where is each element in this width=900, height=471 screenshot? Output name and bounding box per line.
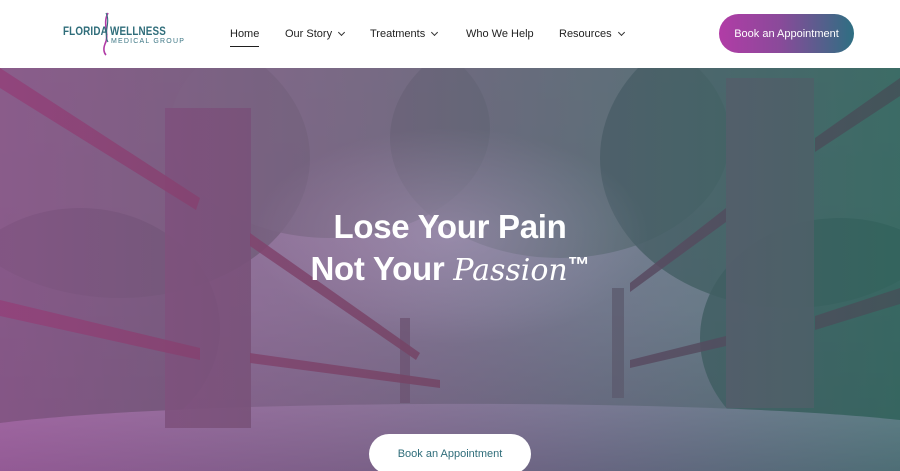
nav-item-label: Treatments (370, 28, 426, 40)
hero-headline-script-word: Passion (453, 253, 568, 288)
nav-item-treatments[interactable]: Treatments (370, 26, 439, 42)
nav-item-label: Who We Help (466, 28, 534, 40)
nav-item-resources[interactable]: Resources (559, 26, 625, 42)
hero-trademark-mark: ™ (567, 252, 590, 277)
nav-item-who-we-help[interactable]: Who We Help (466, 26, 534, 42)
logo-word-florida: FLORIDA (63, 24, 108, 38)
hero-headline: Lose Your Pain Not Your Passion™ (0, 208, 900, 290)
nav-item-our-story[interactable]: Our Story (285, 26, 346, 42)
nav-item-label: Resources (559, 28, 612, 40)
hero-section: Lose Your Pain Not Your Passion™ Book an… (0, 68, 900, 471)
hero-headline-line1: Lose Your Pain (333, 208, 567, 245)
site-logo[interactable]: FLORIDA WELLNESS MEDICAL GROUP (63, 12, 184, 56)
chevron-down-icon (338, 28, 346, 37)
nav-item-label: Our Story (285, 28, 333, 40)
header-book-appointment-button[interactable]: Book an Appointment (719, 14, 854, 53)
site-header: FLORIDA WELLNESS MEDICAL GROUP Home Our … (0, 0, 900, 68)
nav-item-label: Home (230, 28, 260, 40)
hero-book-appointment-button[interactable]: Book an Appointment (369, 434, 531, 471)
hero-headline-line2: Not Your Passion™ (0, 246, 900, 290)
logo-word-medical-group: MEDICAL GROUP (111, 38, 186, 45)
nav-item-home[interactable]: Home (230, 26, 260, 47)
logo-word-wellness: WELLNESS (110, 24, 166, 38)
chevron-down-icon (431, 28, 439, 37)
chevron-down-icon (617, 28, 625, 37)
hero-headline-plain: Not Your (310, 250, 454, 287)
